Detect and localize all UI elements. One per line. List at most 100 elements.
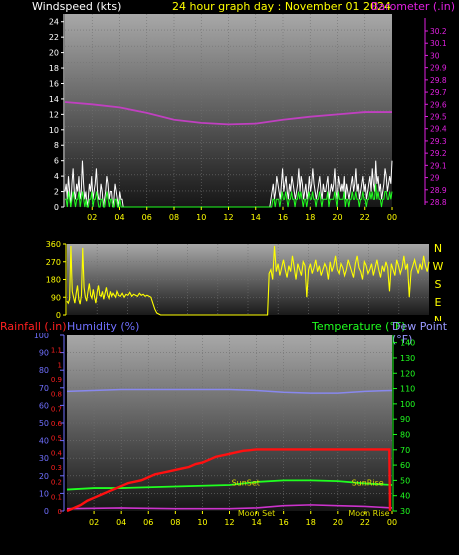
hour-tick-label: 08 [169,213,179,222]
direction-tick-label: 270 [46,258,61,267]
temperature-tick-label: 70 [400,446,410,455]
barometer-tick-label: 29.1 [430,161,447,170]
hour-tick-label: 06 [143,518,153,527]
wind-direction-chart: 090180270360 NWSEN [46,240,444,321]
windspeed-tick-label: 16 [49,79,59,88]
hour-tick-label: 04 [114,213,124,222]
barometer-tick-label: 30 [430,51,440,60]
astronomy-label-moon-rise: Moon Rise [348,509,389,518]
wind-barometer-chart: 02468101214161820222428.828.92929.129.22… [49,14,447,222]
rainfall-tick-label: 0.6 [51,420,63,428]
windspeed-tick-label: 20 [49,49,59,58]
barometer-tick-label: 30.2 [430,27,447,36]
hour-tick-label: 10 [196,213,206,222]
humidity-tick-label: 20 [39,472,49,481]
windspeed-tick-label: 10 [49,126,59,135]
hour-tick-label: 12 [223,213,233,222]
humidity-tick-label: 60 [39,401,49,410]
compass-label: S [435,278,442,291]
barometer-tick-label: 29.3 [430,137,447,146]
barometer-tick-label: 29.4 [430,125,447,134]
rainfall-tick-label: 0.1 [51,493,62,501]
barometer-tick-label: 28.9 [430,186,447,195]
direction-tick-label: 0 [56,311,61,320]
temperature-tick-label: 40 [400,492,410,501]
direction-tick-label: 180 [46,276,61,285]
astronomy-label-sunset: SunSet [232,478,260,487]
rainfall-tick-label: 1 [58,361,62,369]
rainfall-tick-label: 0.8 [51,391,62,399]
rain-humidity-temperature-chart: SunSet SunRiseMoon Set Moon Rise 010203040… [34,333,416,527]
windspeed-tick-label: 4 [54,172,59,181]
barometer-tick-label: 28.8 [430,198,447,207]
temperature-tick-label: 60 [400,461,410,470]
windspeed-tick-label: 6 [54,157,59,166]
hour-tick-label: 22 [360,213,370,222]
astronomy-label-sunrise: SunRise [352,478,384,487]
hour-tick-label: 22 [360,518,370,527]
hour-tick-label: 18 [305,213,315,222]
rainfall-tick-label: 0 [58,508,62,516]
hour-tick-label: 12 [224,518,234,527]
temperature-tick-label: 100 [400,400,415,409]
temperature-tick-label: 50 [400,476,410,485]
hour-tick-label: 00 [387,213,397,222]
humidity-tick-label: 80 [39,366,49,375]
windspeed-tick-label: 2 [54,188,59,197]
hour-tick-label: 14 [251,213,261,222]
windspeed-tick-label: 22 [49,33,59,42]
barometer-tick-label: 29.8 [430,76,447,85]
barometer-tick-label: 29 [430,174,440,183]
barometer-tick-label: 30.1 [430,39,447,48]
direction-tick-label: 360 [46,240,61,249]
hour-tick-label: 08 [170,518,180,527]
windspeed-tick-label: 14 [49,95,59,104]
hour-tick-label: 20 [332,213,342,222]
hour-tick-label: 16 [278,213,288,222]
temperature-tick-label: 90 [400,415,410,424]
compass-label: W [433,260,444,273]
barometer-tick-label: 29.7 [430,88,447,97]
humidity-tick-label: 0 [44,507,49,516]
humidity-tick-label: 90 [39,349,49,358]
barometer-tick-label: 29.9 [430,64,447,73]
lower-chart-titles: Rainfall (.in) Humidity (%) Temperature … [0,320,459,346]
humidity-tick-label: 40 [39,437,49,446]
rainfall-tick-label: 1.1 [51,347,62,355]
barometer-tick-label: 29.2 [430,149,447,158]
windspeed-tick-label: 12 [49,110,59,119]
compass-label: N [434,242,442,255]
hour-tick-label: 10 [197,518,207,527]
hour-tick-label: 18 [306,518,316,527]
humidity-axis-title: Humidity (%) [67,320,140,333]
humidity-tick-label: 10 [39,489,49,498]
temperature-tick-label: 30 [400,507,410,516]
humidity-tick-label: 50 [39,419,49,428]
humidity-tick-label: 30 [39,454,49,463]
compass-label: E [435,296,442,309]
rainfall-tick-label: 0.7 [51,405,62,413]
barometer-tick-label: 29.6 [430,100,447,109]
hour-tick-label: 04 [116,518,126,527]
direction-tick-label: 90 [51,293,61,302]
hour-tick-label: 02 [89,518,99,527]
rainfall-axis-title: Rainfall (.in) [0,320,67,333]
temperature-tick-label: 80 [400,430,410,439]
hour-tick-label: 16 [279,518,289,527]
hour-tick-label: 00 [387,518,397,527]
humidity-tick-label: 70 [39,384,49,393]
windspeed-tick-label: 8 [54,141,59,150]
rainfall-tick-label: 0.9 [51,376,62,384]
hour-tick-label: 02 [87,213,97,222]
temperature-tick-label: 120 [400,369,415,378]
windspeed-tick-label: 18 [49,64,59,73]
temperature-tick-label: 140 [400,339,415,348]
humidity-tick-label: 100 [34,333,49,340]
rainfall-tick-label: 0.5 [51,435,62,443]
hour-tick-label: 06 [142,213,152,222]
windspeed-tick-label: 24 [49,18,59,27]
hour-tick-label: 20 [333,518,343,527]
hour-tick-label: 14 [251,518,261,527]
windspeed-tick-label: 0 [54,203,59,212]
rainfall-tick-label: 0.4 [51,449,63,457]
